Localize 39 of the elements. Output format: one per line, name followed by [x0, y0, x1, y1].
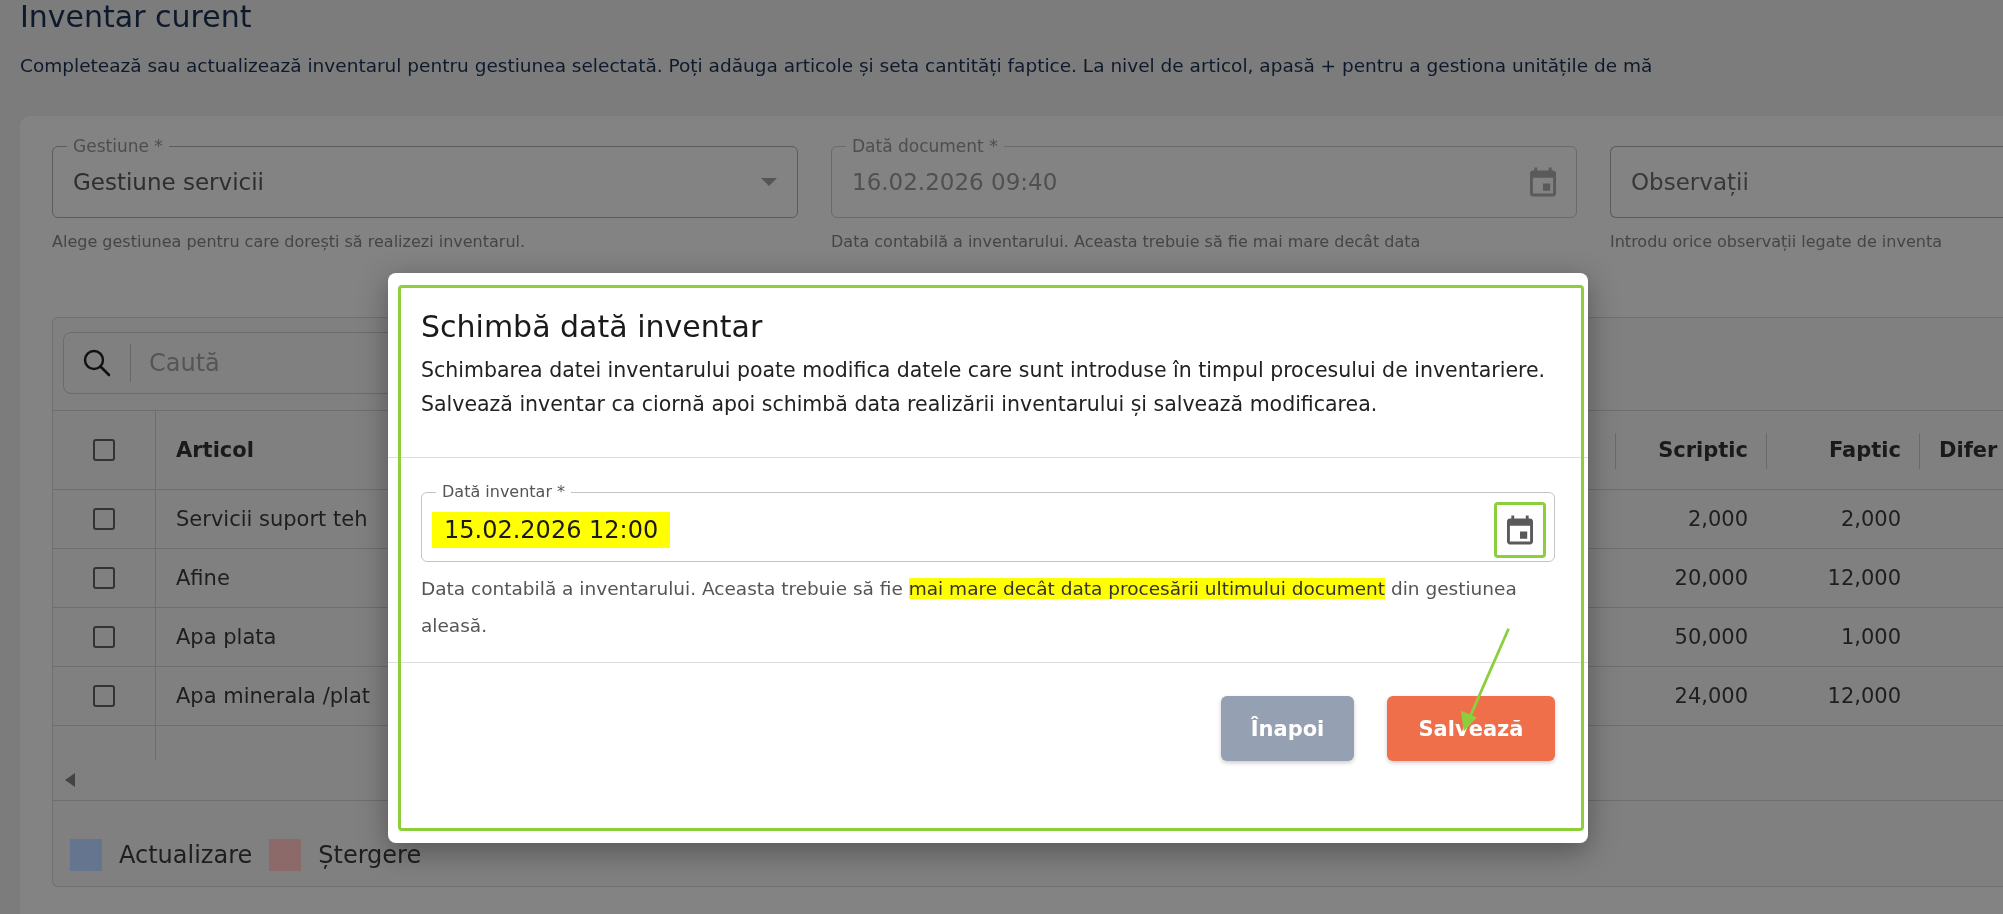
calendar-icon[interactable]: [1507, 515, 1533, 545]
search-icon: [82, 348, 112, 378]
table-cell: 50,000: [1674, 625, 1748, 649]
helper-text: Introdu orice observații legate de inventa: [1610, 232, 1943, 251]
table-cell: 2,000: [1840, 507, 1901, 531]
dialog-title: Schimbă dată inventar: [421, 308, 764, 346]
column-header[interactable]: Difer: [1939, 438, 1998, 462]
save-button[interactable]: Salvează: [1387, 696, 1555, 761]
date-field[interactable]: Dată inventar * 15.02.2026 12:00: [421, 482, 1555, 562]
checkbox[interactable]: [93, 508, 115, 530]
back-button[interactable]: Înapoi: [1221, 696, 1354, 761]
table-cell: Apa minerala /plat: [176, 684, 370, 708]
table-cell: 12,000: [1827, 684, 1901, 708]
table-cell: Apa plata: [176, 625, 277, 649]
column-header[interactable]: Faptic: [1829, 438, 1901, 462]
table-cell: 1,000: [1840, 625, 1901, 649]
page-description: Completează sau actualizează inventarul pentru gestiunea selectată. Poți adăuga articole și seta cantități faptice. La nivel de articol, apasă + pentru a gestiona unitățile de mă: [20, 54, 1653, 78]
checkbox[interactable]: [93, 439, 115, 461]
page-title: Inventar curent: [19, 0, 253, 34]
helper-text: Alege gestiunea pentru care dorești să realizezi inventarul.: [52, 232, 527, 251]
table-cell: 12,000: [1827, 566, 1901, 590]
helper-text: Data contabilă a inventarului. Aceasta trebuie să fie mai mare decât data: [831, 232, 1422, 251]
column-header[interactable]: Scriptic: [1658, 438, 1748, 462]
checkbox[interactable]: [93, 567, 115, 589]
table-cell: 2,000: [1687, 507, 1748, 531]
legend-label: Ștergere: [318, 841, 422, 869]
scroll-left-icon[interactable]: [65, 773, 75, 787]
dialog-description: Schimbarea datei inventarului poate modifica datele care sunt introduse în timpul procesului de inventariere. Salvează inventar ca ciornă apoi schimbă data realizării inventarului și salvează modificarea.: [421, 357, 1547, 418]
legend-label: Actualizare: [119, 841, 253, 869]
table-cell: Afine: [176, 566, 230, 590]
table-cell: Servicii suport teh: [176, 507, 368, 531]
checkbox[interactable]: [93, 685, 115, 707]
column-header[interactable]: Articol: [176, 438, 254, 462]
table-cell: 24,000: [1674, 684, 1748, 708]
helper-text: Data contabilă a inventarului. Aceasta trebuie să fie mai mare decât data procesării ultimului document din gestiunea aleasă.: [421, 577, 1518, 638]
table-cell: 20,000: [1674, 566, 1748, 590]
checkbox[interactable]: [93, 626, 115, 648]
dropdown-caret-icon: [761, 177, 777, 186]
input-field[interactable]: Observații: [1610, 146, 2003, 218]
